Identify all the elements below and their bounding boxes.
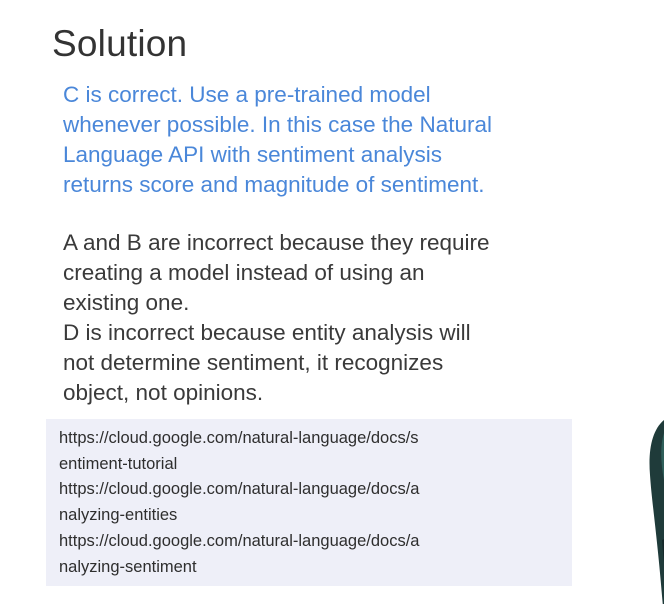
explanation-line: D is incorrect because entity analysis w… xyxy=(63,320,471,345)
references-list: https://cloud.google.com/natural-languag… xyxy=(59,426,420,580)
answer-line: returns score and magnitude of sentiment… xyxy=(63,172,485,197)
explanation-text: A and B are incorrect because they requi… xyxy=(63,228,583,408)
references-box: https://cloud.google.com/natural-languag… xyxy=(46,419,572,586)
reference-link-text: entiment-tutorial xyxy=(59,454,178,473)
reference-link-text: https://cloud.google.com/natural-languag… xyxy=(59,480,420,499)
explanation-line: not determine sentiment, it recognizes xyxy=(63,350,444,375)
answer-line: whenever possible. In this case the Natu… xyxy=(63,112,492,137)
slide-title: Solution xyxy=(52,23,188,64)
reference-link-text: https://cloud.google.com/natural-languag… xyxy=(59,531,420,550)
explanation-line: existing one. xyxy=(63,290,190,315)
reference-link-text: https://cloud.google.com/natural-languag… xyxy=(59,429,419,447)
presenter-image xyxy=(649,420,664,604)
answer-line: Language API with sentiment analysis xyxy=(63,142,442,167)
reference-link-analyzing-sentiment[interactable]: https://cloud.google.com/natural-languag… xyxy=(59,529,420,580)
reference-link-sentiment-tutorial[interactable]: https://cloud.google.com/natural-languag… xyxy=(59,426,420,477)
reference-link-analyzing-entities[interactable]: https://cloud.google.com/natural-languag… xyxy=(59,477,420,528)
explanation-line: object, not opinions. xyxy=(63,380,264,405)
answer-line: C is correct. Use a pre-trained model xyxy=(63,82,431,107)
explanation-line: creating a model instead of using an xyxy=(63,260,425,285)
explanation-line: A and B are incorrect because they requi… xyxy=(63,230,490,255)
slide: Solution C is correct. Use a pre-trained… xyxy=(0,0,664,604)
correct-answer-text: C is correct. Use a pre-trained model wh… xyxy=(63,80,583,200)
reference-link-text: nalyzing-sentiment xyxy=(59,557,197,576)
reference-link-text: nalyzing-entities xyxy=(59,506,178,525)
